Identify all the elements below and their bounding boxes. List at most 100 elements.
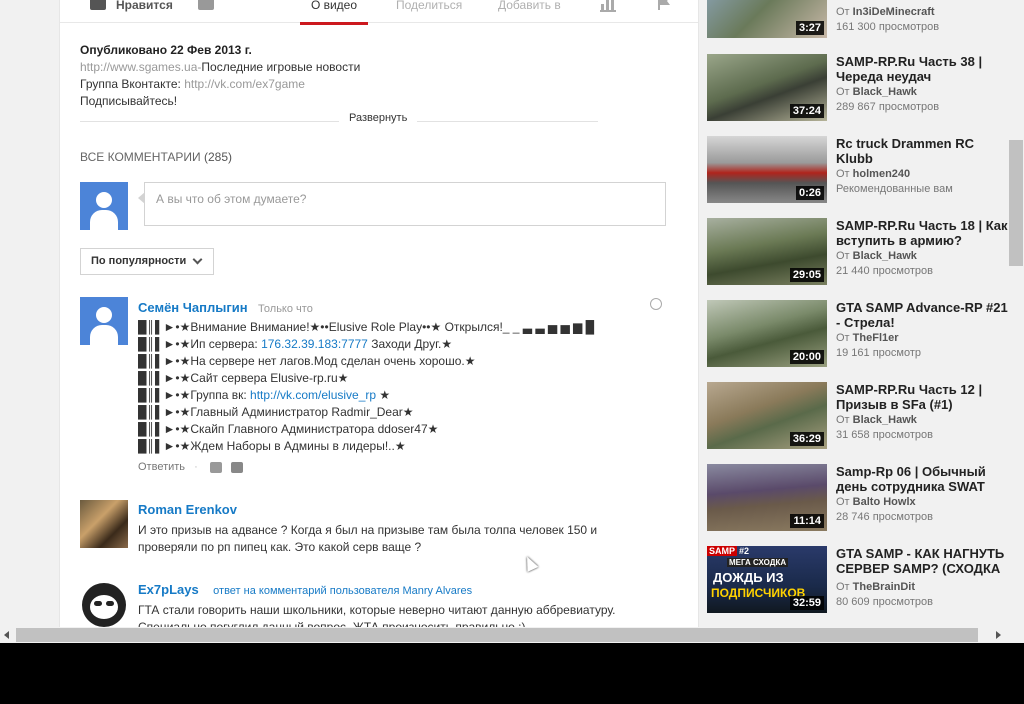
video-title[interactable]: GTA SAMP Advance-RP #21- Стрела! [836,300,1008,330]
tab-about[interactable]: О видео [300,0,368,25]
comment-avatar-image[interactable] [80,500,128,548]
dislike-icon[interactable] [198,0,214,10]
comment-avatar[interactable] [80,297,128,345]
video-thumbnail[interactable]: 11:14 [707,464,827,531]
comment-line: █║▌►•★На сервере нет лагов.Мод сделан оч… [138,354,476,368]
thumbs-down-icon[interactable] [230,461,243,473]
video-title[interactable]: Rc truck Drammen RC Klubb [836,136,1008,166]
video-title[interactable]: Samp-Rp 06 | Обычный день сотрудника SWAT [836,464,1008,494]
video-title[interactable]: GTA SAMP - КАК НАГНУТЬ СЕРВЕР SAMP? (СХОД… [836,546,1008,576]
tab-share[interactable]: Поделиться [396,0,462,12]
comment-author[interactable]: Roman Erenkov [138,502,237,517]
video-title[interactable]: SAMP-RP.Ru Часть 18 | Как вступить в арми… [836,218,1008,248]
video-duration: 0:26 [795,186,824,200]
published-date: Опубликовано 22 Фев 2013 г. [80,43,252,57]
horizontal-scrollbar-thumb[interactable] [16,628,978,642]
channel-name[interactable]: Black_Hawk [853,86,917,98]
related-video-item[interactable]: 0:26 Rc truck Drammen RC Klubb От holmen2… [707,136,1007,204]
like-icon[interactable] [90,0,106,10]
related-video-item[interactable]: SAMP #2 МЕГА СХОДКА ДОЖДЬ ИЗ ПОДПИСЧИКОВ… [707,546,1007,614]
video-views: 19 161 просмотр [836,347,921,359]
video-views: 161 300 просмотров [836,21,940,33]
video-duration: 11:14 [790,514,824,528]
comment-author[interactable]: Семён Чаплыгин [138,300,248,315]
video-duration: 36:29 [789,432,824,446]
comment-avatar-image[interactable] [80,579,128,627]
like-button[interactable]: Нравится [116,0,173,12]
video-views: 80 609 просмотров [836,596,933,608]
comment-author[interactable]: Ex7pLays [138,582,199,597]
stats-icon[interactable] [600,0,616,12]
comment-time[interactable]: Только что [258,303,313,315]
horizontal-scrollbar[interactable] [0,627,1008,643]
reply-to-link[interactable]: ответ на комментарий пользователя Manry … [213,585,472,597]
video-channel[interactable]: От TheFl1er [836,332,899,344]
video-thumbnail[interactable]: 36:29 [707,382,827,449]
site-link[interactable]: http://www.sgames.ua [80,60,197,74]
flag-icon[interactable] [656,0,672,10]
channel-name[interactable]: TheFl1er [853,332,899,344]
tab-add-to[interactable]: Добавить в [498,0,561,12]
comment-item: Roman Erenkov И это призыв на адвансе ? … [138,501,698,556]
video-channel[interactable]: От Black_Hawk [836,250,917,262]
related-video-item[interactable]: 3:27 От In3iDeMinecraft 161 300 просмотр… [707,0,1007,39]
video-thumbnail[interactable]: 20:00 [707,300,827,367]
related-video-item[interactable]: 36:29 SAMP-RP.Ru Часть 12 | Призыв в SFa … [707,382,1007,450]
comment-item: Семён Чаплыгин Только что █║▌►•★Внимание… [138,299,698,473]
comment-line-prefix: █║▌►•★Группа вк: [138,388,251,402]
chevron-down-icon [192,254,203,265]
channel-name[interactable]: holmen240 [853,168,910,180]
vk-elusive-link[interactable]: http://vk.com/elusive_rp [250,388,376,402]
channel-name[interactable]: Black_Hawk [853,250,917,262]
video-channel[interactable]: От In3iDeMinecraft [836,6,935,18]
vertical-scrollbar-thumb[interactable] [1009,140,1023,266]
video-duration: 20:00 [789,350,824,364]
video-views: Рекомендованные вам [836,183,953,195]
video-thumbnail[interactable]: 29:05 [707,218,827,285]
video-duration: 32:59 [789,596,824,610]
video-channel[interactable]: От Black_Hawk [836,414,917,426]
reply-button[interactable]: Ответить [138,461,185,473]
comment-line-ip: █║▌►•★Ип сервера: 176.32.39.183:7777 Зах… [138,336,698,353]
video-channel[interactable]: От holmen240 [836,168,910,180]
from-label: От [836,414,850,426]
related-video-item[interactable]: 20:00 GTA SAMP Advance-RP #21- Стрела! О… [707,300,1008,368]
description-line-2: Группа Вконтакте: http://vk.com/ex7game [80,76,360,93]
video-views: 289 867 просмотров [836,101,940,113]
channel-name[interactable]: TheBrainDit [853,581,915,593]
channel-name[interactable]: In3iDeMinecraft [853,6,935,18]
related-video-item[interactable]: 29:05 SAMP-RP.Ru Часть 18 | Как вступить … [707,218,1008,286]
from-label: От [836,168,850,180]
scroll-left-icon[interactable] [4,631,9,639]
from-label: От [836,86,850,98]
comment-line: █║▌►•★Ждем Наборы в Админы в лидеры!..★ [138,439,406,453]
video-channel[interactable]: От TheBrainDit [836,581,915,593]
thumbs-up-icon[interactable] [209,461,222,473]
vertical-scrollbar[interactable] [1008,0,1024,627]
expand-button[interactable]: Развернуть [339,112,418,124]
server-ip-link[interactable]: 176.32.39.183:7777 [261,337,368,351]
vk-group-link[interactable]: http://vk.com/ex7game [184,77,305,91]
video-thumbnail[interactable]: 37:24 [707,54,827,121]
sort-label: По популярности [91,255,187,267]
video-channel[interactable]: От Black_Hawk [836,86,917,98]
comment-line-prefix: █║▌►•★Ип сервера: [138,337,262,351]
description-line-1: http://www.sgames.ua-Последние игровые н… [80,59,360,76]
related-video-item[interactable]: 37:24 SAMP-RP.Ru Часть 38 | Череда неудач… [707,54,1007,122]
channel-name[interactable]: Black_Hawk [853,414,917,426]
video-title[interactable]: SAMP-RP.Ru Часть 38 | Череда неудач [836,54,1008,84]
video-thumbnail[interactable]: SAMP #2 МЕГА СХОДКА ДОЖДЬ ИЗ ПОДПИСЧИКОВ… [707,546,827,613]
comment-line: █║▌►•★Сайт сервера Elusive-rp.ru★ [138,371,349,385]
comment-input[interactable]: А вы что об этом думаете? [138,182,666,226]
scroll-right-icon[interactable] [996,631,1001,639]
related-video-item[interactable]: 11:14 Samp-Rp 06 | Обычный день сотрудник… [707,464,1007,532]
video-thumbnail[interactable]: 0:26 [707,136,827,203]
video-thumbnail[interactable]: 3:27 [707,0,827,38]
from-label: От [836,332,850,344]
sort-dropdown[interactable]: По популярности [80,248,214,275]
thumbnail-caption: МЕГА СХОДКА [727,558,789,567]
from-label: От [836,250,850,262]
video-channel[interactable]: От Balto Howlx [836,496,916,508]
video-title[interactable]: SAMP-RP.Ru Часть 12 | Призыв в SFa (#1) [836,382,1008,412]
channel-name[interactable]: Balto Howlx [853,496,916,508]
